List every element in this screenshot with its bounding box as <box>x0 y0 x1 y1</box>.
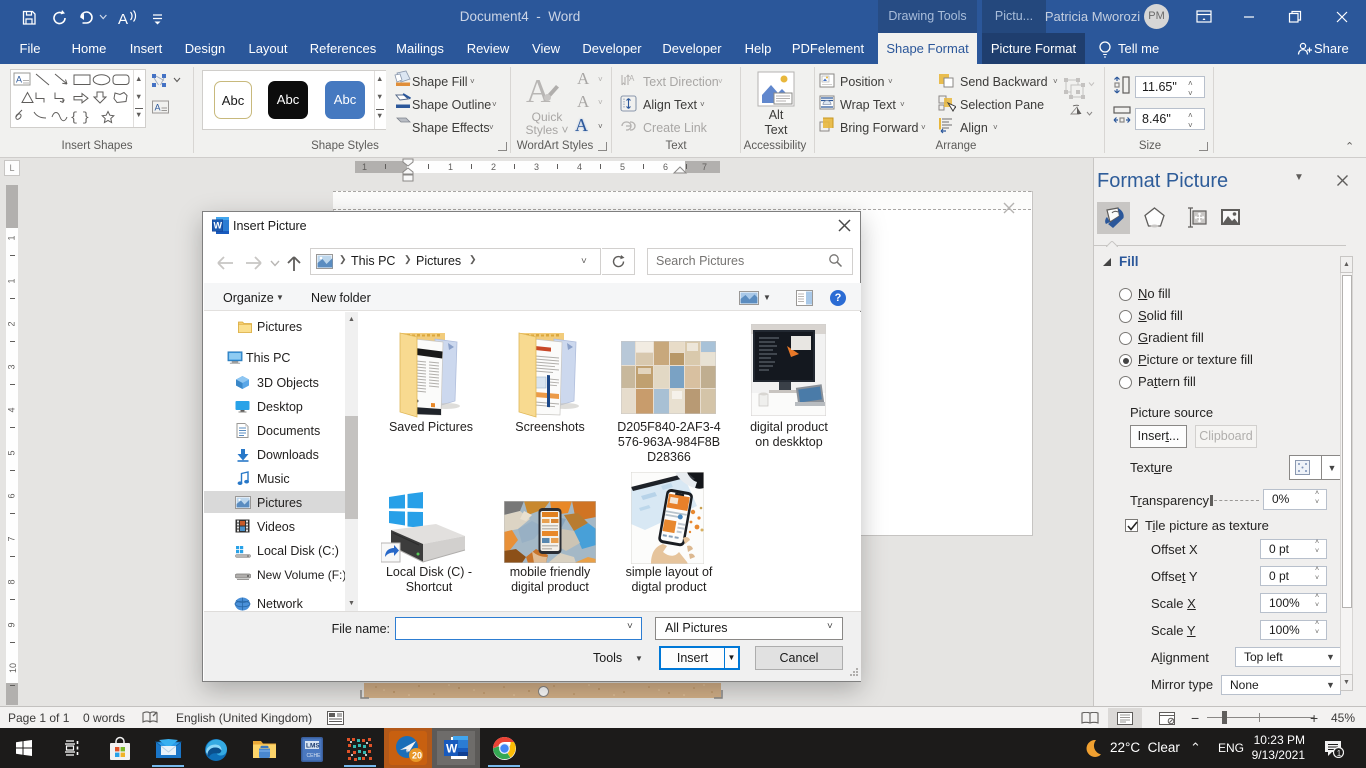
svg-text:CEHE: CEHE <box>307 753 322 759</box>
svg-text:A: A <box>155 103 161 113</box>
svg-text:1: 1 <box>1337 749 1342 758</box>
svg-text:A: A <box>118 11 128 27</box>
svg-text:A: A <box>526 73 551 110</box>
svg-text:LMS: LMS <box>306 743 320 750</box>
svg-text:{: { <box>70 110 78 125</box>
svg-text:}: } <box>82 110 90 125</box>
svg-text:A: A <box>16 75 22 85</box>
svg-text:W: W <box>214 221 223 231</box>
svg-text:W: W <box>446 742 458 756</box>
svg-text:A: A <box>629 74 635 83</box>
svg-text:20: 20 <box>412 751 422 761</box>
